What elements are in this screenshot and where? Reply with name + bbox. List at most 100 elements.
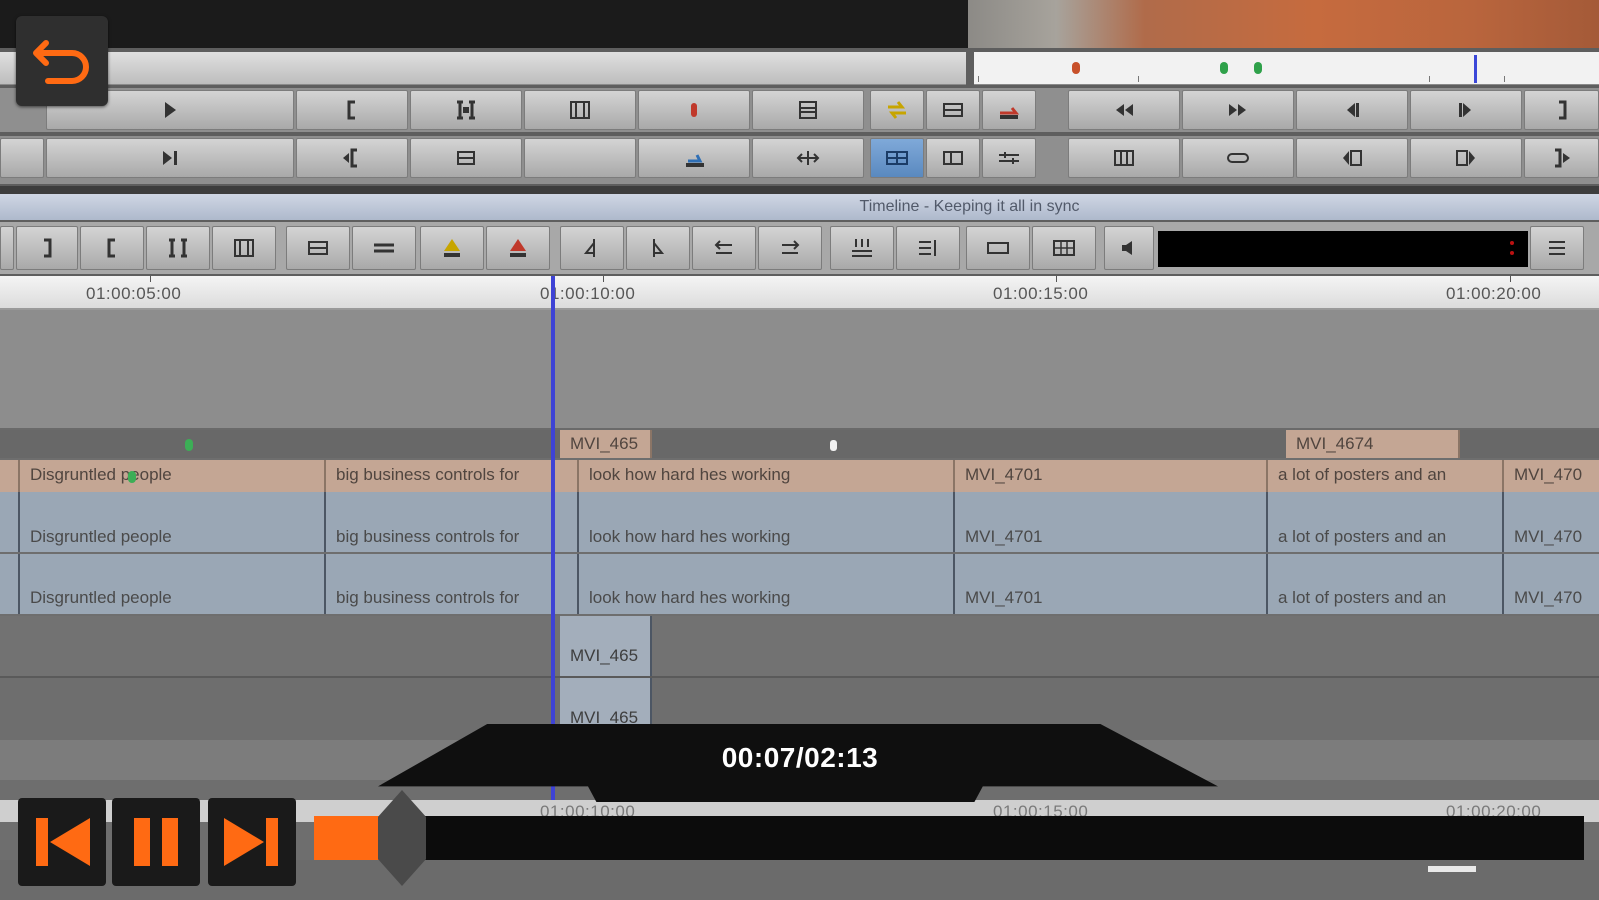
bin-grid-icon[interactable] [1068,138,1180,178]
go-to-out-point-icon[interactable] [1524,138,1599,178]
locator-marker[interactable] [185,439,193,451]
mark-out-icon[interactable] [16,226,78,270]
pause-button[interactable] [112,798,200,886]
step-back-icon[interactable] [1296,90,1408,130]
empty-button[interactable] [524,138,636,178]
clip[interactable]: look how hard hes working [579,460,955,492]
clip[interactable]: a lot of posters and an [1268,492,1504,552]
overwrite-icon[interactable] [486,226,550,270]
trim-left-icon[interactable] [1296,138,1408,178]
menu-icon[interactable] [1530,226,1584,270]
source-position-bar[interactable] [0,52,966,85]
player-progress-fill [314,816,380,860]
ripple-right-icon[interactable] [758,226,822,270]
next-button[interactable] [208,798,296,886]
sync-lock-icon[interactable] [830,226,894,270]
clip[interactable] [0,492,20,552]
lift-icon[interactable] [286,226,350,270]
ripple-left-icon[interactable] [692,226,756,270]
ruler-label: 01:00:05:00 [86,284,182,303]
composer-toolbar-row-1 [0,88,1599,132]
timeline-ruler[interactable]: 01:00:05:00 01:00:10:00 01:00:15:00 01:0… [0,276,1599,310]
trim-right-icon[interactable] [1410,138,1522,178]
track-a2[interactable]: Disgruntled people big business controls… [0,554,1599,614]
locator-marker[interactable] [128,471,136,483]
clip[interactable] [0,460,20,492]
source-record-icon[interactable] [926,138,980,178]
ruler-label: 01:00:15:00 [993,284,1089,303]
locator-marker[interactable] [830,440,837,451]
segment-mode-icon[interactable] [870,138,924,178]
clip[interactable]: a lot of posters and an [1268,554,1504,614]
edge-button[interactable] [0,138,44,178]
match-frame-icon[interactable] [752,90,864,130]
lift-icon[interactable] [926,90,980,130]
skip-back-icon [36,818,90,866]
locator-marker[interactable] [1072,62,1080,74]
add-marker-icon[interactable] [638,90,750,130]
clip[interactable]: MVI_465 [560,616,652,676]
clip[interactable]: Disgruntled people [20,460,326,492]
clip[interactable]: MVI_4701 [955,554,1268,614]
clip[interactable]: a lot of posters and an [1268,460,1504,492]
toolbar-edge[interactable] [0,226,14,270]
clip-view-icon[interactable] [966,226,1030,270]
clip[interactable]: MVI_465 [560,430,652,458]
clip[interactable]: MVI_4701 [955,492,1268,552]
locator-marker[interactable] [1220,62,1228,74]
go-to-in-icon[interactable] [296,138,408,178]
clip[interactable] [0,554,20,614]
clear-marks-icon[interactable] [212,226,276,270]
trim-a-side-icon[interactable] [560,226,624,270]
trim-b-side-icon[interactable] [626,226,690,270]
scroll-handle[interactable] [1428,866,1476,872]
mark-in-icon[interactable] [80,226,144,270]
clip[interactable]: MVI_4674 [1286,430,1460,458]
clear-in-icon[interactable] [410,138,522,178]
clip[interactable]: Disgruntled people [20,492,326,552]
splice-in-icon[interactable] [420,226,484,270]
clip[interactable]: big business controls for [326,460,579,492]
clear-marks-icon[interactable] [524,90,636,130]
extract-icon[interactable] [352,226,416,270]
clip[interactable]: MVI_470 [1504,554,1599,614]
extract-icon[interactable] [638,138,750,178]
track-a1[interactable]: Disgruntled people big business controls… [0,492,1599,552]
previous-button[interactable] [18,798,106,886]
list-icon[interactable] [896,226,960,270]
trim-icon[interactable] [752,138,864,178]
record-position-bar[interactable] [974,52,1599,85]
toggle-tracks-icon[interactable] [982,138,1036,178]
track-v2[interactable]: MVI_465 MVI_4674 [0,430,1599,458]
record-position-indicator[interactable] [1474,55,1477,83]
clip[interactable]: Disgruntled people [20,554,326,614]
rewind-icon[interactable] [1068,90,1180,130]
clip[interactable]: big business controls for [326,554,579,614]
mark-clip-icon[interactable] [410,90,522,130]
clip[interactable]: MVI_470 [1504,492,1599,552]
go-to-out-icon[interactable] [1524,90,1599,130]
fast-forward-icon[interactable] [1182,90,1294,130]
clip[interactable]: MVI_4701 [955,460,1268,492]
locator-marker[interactable] [1254,62,1262,74]
clip[interactable]: look how hard hes working [579,554,955,614]
record-monitor [968,0,1599,48]
clip[interactable]: big business controls for [326,492,579,552]
track-a3[interactable]: MVI_465 [0,616,1599,678]
overwrite-icon[interactable] [982,90,1036,130]
clip[interactable]: MVI_470 [1504,460,1599,492]
back-button[interactable] [16,16,108,106]
splice-in-icon[interactable] [870,90,924,130]
player-progress-track[interactable] [422,816,1584,860]
mark-clip-icon[interactable] [146,226,210,270]
speaker-icon[interactable] [1104,226,1154,270]
link-icon[interactable] [1182,138,1294,178]
step-forward-icon[interactable] [1410,90,1522,130]
source-monitor [0,0,968,48]
mark-in-icon[interactable] [296,90,408,130]
grid-icon[interactable] [1032,226,1096,270]
play-in-to-out-icon[interactable] [46,138,294,178]
clip[interactable]: look how hard hes working [579,492,955,552]
empty-track[interactable] [0,310,1599,430]
track-v1[interactable]: Disgruntled people big business controls… [0,460,1599,492]
